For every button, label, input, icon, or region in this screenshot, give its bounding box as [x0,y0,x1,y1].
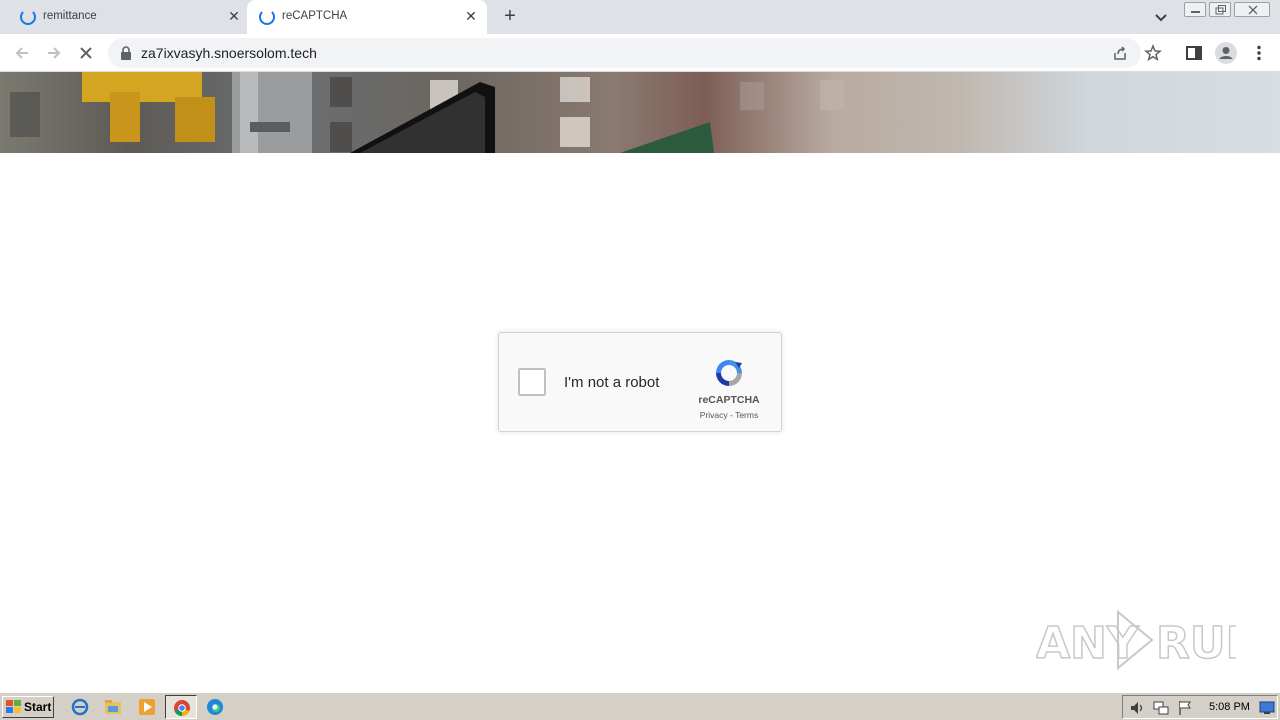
tab-title: remittance [43,10,97,22]
loading-spinner-icon [259,9,275,25]
back-icon[interactable] [12,43,32,63]
action-center-flag-icon[interactable] [1177,700,1193,716]
media-player-icon[interactable] [138,698,156,716]
minimize-button[interactable] [1184,2,1206,17]
edge-icon[interactable] [206,698,224,716]
street-scene-image [10,72,844,153]
tab-title: reCAPTCHA [282,10,348,22]
recaptcha-widget: I'm not a robot reCAPTCHA Privacy - Term… [498,332,782,432]
watermark-text-any: ANY [1036,618,1140,669]
start-button[interactable]: Start [2,696,54,718]
stop-loading-icon[interactable] [76,43,96,63]
anyrun-watermark-logo: ANY RUN [1036,609,1236,671]
menu-kebab-icon[interactable] [1249,43,1269,63]
recaptcha-label: I'm not a robot [564,374,660,391]
browser-toolbar: za7ixvasyh.snoersolom.tech [0,34,1280,72]
new-tab-button[interactable]: + [499,5,521,27]
chrome-taskbar-button[interactable] [165,695,197,719]
speaker-icon[interactable] [1129,700,1145,716]
tab-recaptcha[interactable]: reCAPTCHA ✕ [247,0,487,34]
internet-explorer-icon[interactable] [71,698,89,716]
bookmark-star-icon[interactable] [1144,44,1162,62]
share-icon[interactable] [1112,45,1128,61]
windows-taskbar: Start 5:08 PM [0,692,1280,720]
recaptcha-brand: reCAPTCHA [698,394,760,406]
loading-spinner-icon [20,9,36,25]
address-bar[interactable]: za7ixvasyh.snoersolom.tech [108,38,1162,68]
profile-avatar-icon[interactable] [1215,42,1237,64]
network-icon[interactable] [1153,700,1169,716]
restore-button[interactable] [1209,2,1231,17]
header-banner-image [0,72,1280,153]
side-panel-icon[interactable] [1184,43,1204,63]
close-tab-icon[interactable]: ✕ [463,8,479,24]
forward-icon[interactable] [44,43,64,63]
recaptcha-privacy-terms-links[interactable]: Privacy - Terms [679,410,779,420]
recaptcha-logo-icon [716,360,742,386]
start-label: Start [24,700,52,714]
windows-logo-icon [6,700,21,713]
taskbar-clock[interactable]: 5:08 PM [1209,701,1250,713]
chevron-down-icon[interactable] [1152,8,1170,26]
tab-remittance[interactable]: remittance ✕ [8,0,246,34]
not-a-robot-checkbox[interactable] [518,368,546,396]
chrome-icon [174,700,190,717]
close-window-button[interactable] [1234,2,1270,17]
file-explorer-icon[interactable] [104,698,122,716]
show-desktop-icon[interactable] [1259,700,1275,716]
watermark-text-run: RUN [1156,618,1236,669]
tab-strip: remittance ✕ reCAPTCHA ✕ + [0,0,1280,34]
url-text[interactable]: za7ixvasyh.snoersolom.tech [141,45,317,61]
lock-icon[interactable] [120,46,132,60]
system-tray: 5:08 PM [1122,695,1278,719]
close-tab-icon[interactable]: ✕ [226,8,242,24]
